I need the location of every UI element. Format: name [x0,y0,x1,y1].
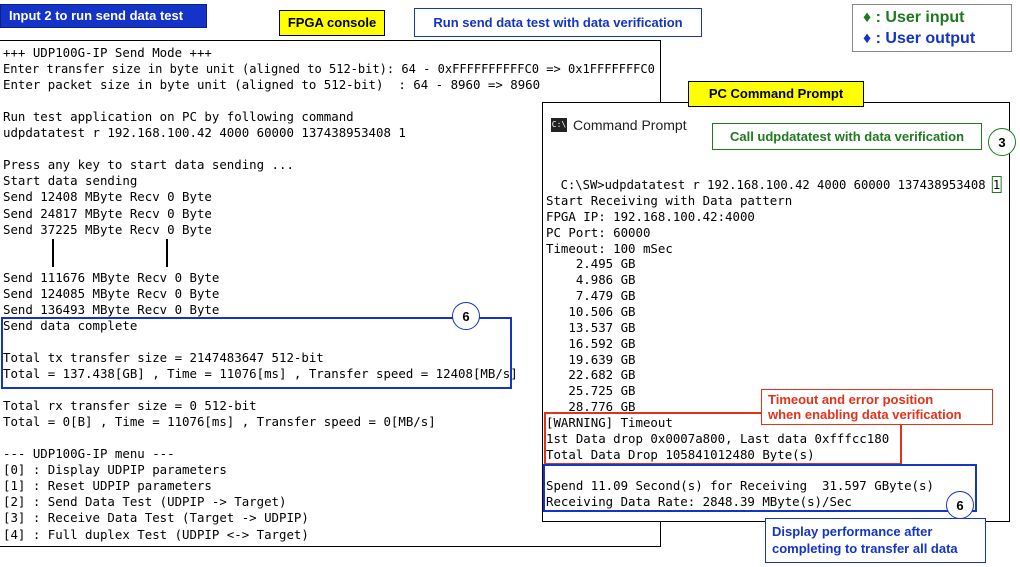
legend-user-output: ♦ : User output [863,30,976,47]
pc-output-line: FPGA IP: 192.168.100.42:4000 [546,208,755,224]
marker-3: 3 [988,128,1016,156]
cmd-icon: C:\ [551,118,567,132]
timeout-position-callout: Timeout and error position when enabling… [761,389,993,425]
pc-output-line: 16.592 GB [546,335,636,351]
pc-command-last-arg: 1 [991,176,1002,193]
fpga-console-line: Send 136493 MByte Recv 0 Byte [3,301,220,317]
fpga-console-line: [4] : Full duplex Test (UDPIP <-> Target… [3,526,309,542]
fpga-console-line: [2] : Send Data Test (UDPIP -> Target) [3,494,287,510]
fpga-console-line: [0] : Display UDPIP parameters [3,462,227,478]
marker-6-fpga: 6 [452,302,480,330]
continuation-bar-right [166,239,168,267]
pc-command-prompt-label: PC Command Prompt [688,81,864,107]
fpga-console-line: Send 111676 MByte Recv 0 Byte [3,269,220,285]
pc-output-line: 13.537 GB [546,319,636,335]
fpga-console-line: udpdatatest r 192.168.100.42 4000 60000 … [3,125,406,141]
fpga-console-line: Press any key to start data sending ... [3,157,294,173]
legend: ♦ : User input ♦ : User output [852,4,1012,52]
rx-performance-highlight [543,464,977,512]
fpga-console-line: Enter packet size in byte unit (aligned … [3,77,541,93]
pc-output-line: 7.479 GB [546,288,636,304]
fpga-console-line: Send 37225 MByte Recv 0 Byte [3,221,212,237]
fpga-console-line: Send 124085 MByte Recv 0 Byte [3,285,220,301]
fpga-console-line: Enter transfer size in byte unit (aligne… [3,61,655,77]
fpga-console-line: Run test application on PC by following … [3,109,354,125]
command-prompt-title: Command Prompt [573,117,687,133]
display-performance-callout: Display performance after completing to … [765,518,986,563]
fpga-console-line: [3] : Receive Data Test (Target -> UDPIP… [3,510,309,526]
pc-output-line: 4.986 GB [546,272,636,288]
continuation-bar-left [52,239,54,267]
fpga-console-label: FPGA console [279,10,385,36]
pc-output-line: 22.682 GB [546,367,636,383]
legend-user-input: ♦ : User input [863,9,965,26]
run-send-callout: Run send data test with data verificatio… [414,8,702,37]
fpga-console-line: Total rx transfer size = 0 512-bit [3,398,257,414]
pc-output-line: 25.725 GB [546,383,636,399]
fpga-console-line: Send 24817 MByte Recv 0 Byte [3,205,212,221]
pc-output-line: Start Receiving with Data pattern [546,193,793,208]
marker-6-pc: 6 [946,491,974,519]
fpga-console-line: Send 12408 MByte Recv 0 Byte [3,189,212,205]
input2-callout: Input 2 to run send data test [0,4,207,28]
fpga-console-line: Start data sending [3,173,138,189]
pc-output-line: 2.495 GB [546,256,636,272]
pc-output-line: 19.639 GB [546,351,636,367]
pc-output-line: 10.506 GB [546,303,636,319]
tx-performance-highlight [1,317,512,389]
fpga-console-line: --- UDP100G-IP menu --- [3,446,175,462]
fpga-console-line: +++ UDP100G-IP Send Mode +++ [3,45,212,60]
command-prompt-titlebar: C:\ Command Prompt [551,115,687,135]
pc-output-line: Timeout: 100 mSec [546,240,673,256]
pc-command-line: C:\SW>udpdatatest r 192.168.100.42 4000 … [560,176,1002,193]
fpga-console-line: [1] : Reset UDPIP parameters [3,478,212,494]
pc-output-line: PC Port: 60000 [546,224,651,240]
fpga-console-line: Total = 0[B] , Time = 11076[ms] , Transf… [3,414,436,430]
call-udpdatatest-callout: Call udpdatatest with data verification [712,123,982,150]
